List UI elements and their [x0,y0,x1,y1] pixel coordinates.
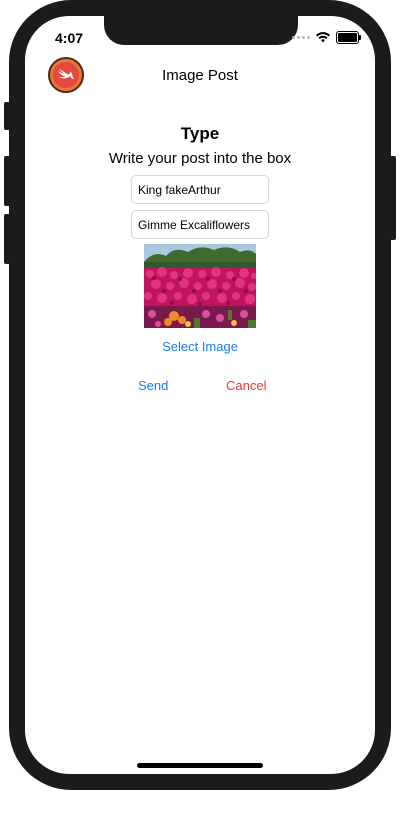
instruction-text: Write your post into the box [108,150,292,167]
select-image-button[interactable]: Select Image [25,339,375,354]
cancel-button[interactable]: Cancel [226,378,266,393]
page-heading: Type [180,124,220,143]
status-time: 4:07 [55,30,84,46]
status-icons [292,30,361,44]
signal-icon [292,35,310,39]
wifi-icon [316,31,330,42]
body-field[interactable] [131,210,269,239]
send-button[interactable]: Send [138,378,168,393]
screen: 4:07 Image Post Type Write your post int… [25,16,375,774]
title-field[interactable] [131,175,269,204]
battery-icon [336,30,361,44]
nav-title: Image Post [162,67,238,84]
flower-photo [144,244,256,328]
notch [104,16,298,45]
home-indicator[interactable] [137,763,263,768]
